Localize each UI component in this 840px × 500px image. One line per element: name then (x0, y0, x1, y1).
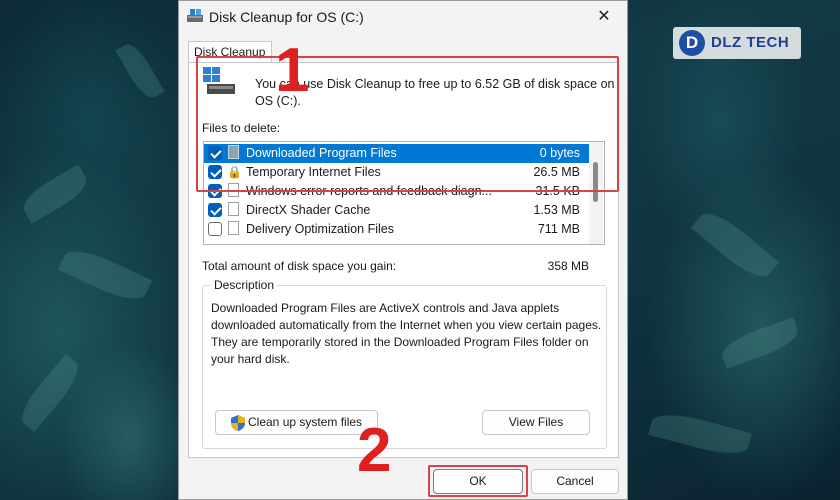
clean-up-system-files-button[interactable]: Clean up system files (215, 410, 378, 435)
file-row[interactable]: DirectX Shader Cache 1.53 MB (204, 201, 589, 220)
file-icon (227, 221, 239, 237)
file-size: 711 MB (537, 222, 580, 236)
logo-text: DLZ TECH (711, 34, 790, 51)
view-files-button[interactable]: View Files (482, 410, 590, 435)
background-leaf (57, 242, 153, 308)
total-space-label: Total amount of disk space you gain: (202, 259, 397, 273)
background-leaf (648, 407, 752, 461)
cancel-button[interactable]: Cancel (531, 469, 619, 494)
description-text: Downloaded Program Files are ActiveX con… (211, 301, 602, 366)
file-icon (227, 202, 239, 218)
file-size: 1.53 MB (533, 203, 580, 217)
step-number-1: 1 (275, 36, 310, 105)
background-leaf (14, 354, 86, 432)
file-row[interactable]: Delivery Optimization Files 711 MB (204, 220, 589, 239)
ok-button-highlight (428, 465, 528, 497)
background-leaf (690, 204, 780, 286)
file-checkbox[interactable] (208, 222, 222, 236)
disk-cleanup-icon (187, 9, 203, 22)
file-checkbox[interactable] (208, 203, 222, 217)
file-name: DirectX Shader Cache (246, 203, 371, 217)
clean-up-button-label: Clean up system files (248, 415, 363, 429)
description-title: Description (211, 278, 278, 292)
background-leaf (17, 164, 93, 224)
logo-mark: D (679, 30, 705, 56)
step-number-2: 2 (357, 416, 392, 485)
window-title: Disk Cleanup for OS (C:) (209, 9, 364, 25)
brand-logo: D DLZ TECH (673, 27, 801, 59)
background-leaf (717, 317, 803, 369)
disk-cleanup-dialog: Disk Cleanup for OS (C:) ✕ Disk Cleanup … (178, 0, 628, 500)
total-space-value: 358 MB (547, 259, 589, 273)
close-button[interactable]: ✕ (581, 1, 627, 33)
files-list-highlight (196, 56, 619, 192)
background-leaf (115, 39, 165, 103)
file-name: Delivery Optimization Files (246, 222, 394, 236)
title-bar[interactable]: Disk Cleanup for OS (C:) ✕ (179, 1, 627, 33)
uac-shield-icon (231, 415, 245, 431)
